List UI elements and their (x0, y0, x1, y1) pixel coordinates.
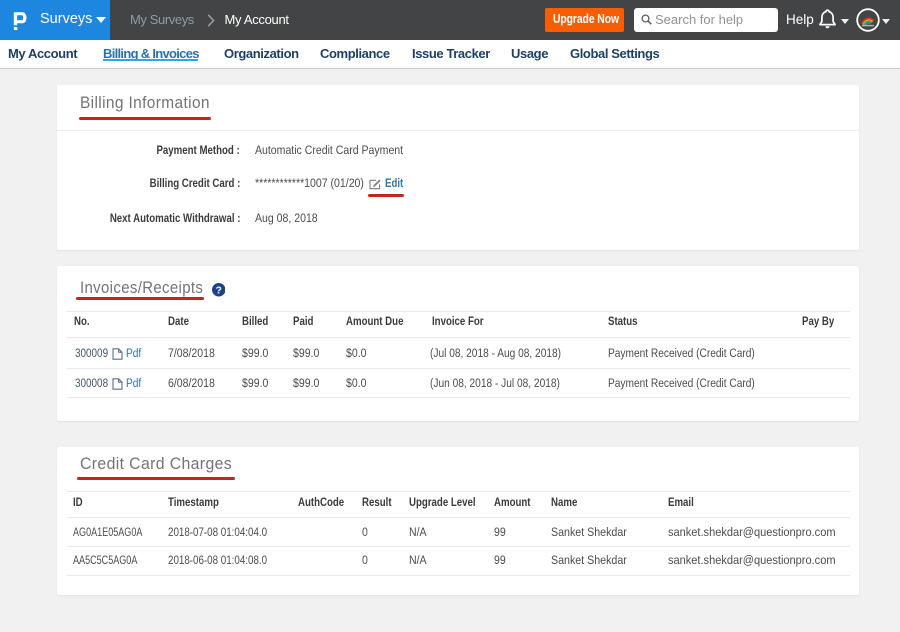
svg-text:?: ? (215, 285, 221, 296)
